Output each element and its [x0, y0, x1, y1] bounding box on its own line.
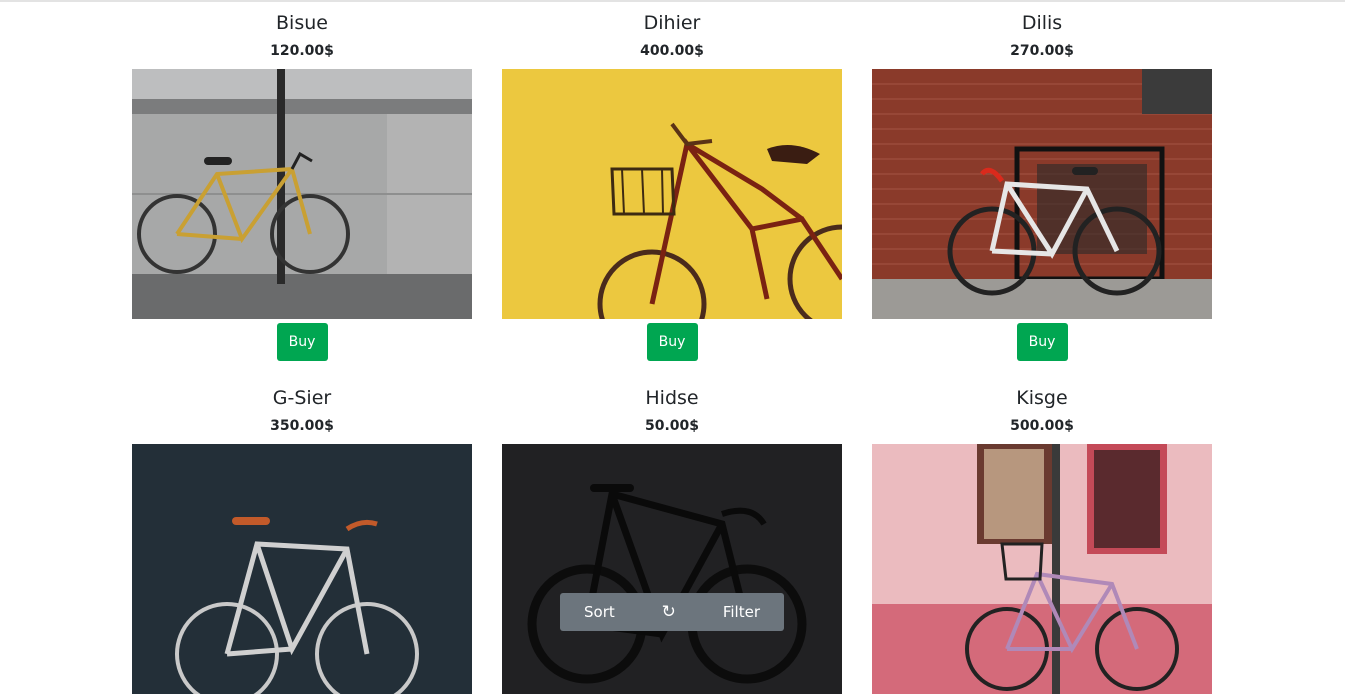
- reload-icon[interactable]: ↻: [662, 602, 676, 622]
- product-image[interactable]: [502, 444, 842, 694]
- product-price: 350.00$: [270, 418, 334, 434]
- buy-button[interactable]: Buy: [1016, 323, 1068, 361]
- product-price: 500.00$: [1010, 418, 1074, 434]
- product-card: Hidse 50.00$: [502, 375, 842, 694]
- buy-button[interactable]: Buy: [646, 323, 698, 361]
- product-card: G-Sier 350.00$: [132, 375, 472, 694]
- product-price: 400.00$: [640, 43, 704, 59]
- product-price: 120.00$: [270, 43, 334, 59]
- product-name: Dihier: [643, 12, 701, 34]
- buy-button[interactable]: Buy: [276, 323, 328, 361]
- sort-filter-toolbar: Sort ↻ Filter: [560, 593, 784, 631]
- product-card: Bisue 120.00$ Buy: [132, 0, 472, 361]
- product-card: Dilis 270.00$ Buy: [872, 0, 1212, 361]
- product-price: 270.00$: [1010, 43, 1074, 59]
- product-name: Bisue: [276, 12, 328, 34]
- product-name: Kisge: [1016, 387, 1068, 409]
- product-image[interactable]: [872, 69, 1212, 319]
- product-name: Hidse: [645, 387, 699, 409]
- product-image[interactable]: [132, 69, 472, 319]
- product-name: Dilis: [1021, 12, 1063, 34]
- sort-button[interactable]: Sort: [584, 603, 615, 621]
- product-image[interactable]: [132, 444, 472, 694]
- product-card: Dihier 400.00$ Buy: [502, 0, 842, 361]
- product-name: G-Sier: [272, 387, 332, 409]
- product-card: Kisge 500.00$: [872, 375, 1212, 694]
- product-image[interactable]: [872, 444, 1212, 694]
- product-price: 50.00$: [644, 418, 700, 434]
- filter-button[interactable]: Filter: [723, 603, 760, 621]
- product-image[interactable]: [502, 69, 842, 319]
